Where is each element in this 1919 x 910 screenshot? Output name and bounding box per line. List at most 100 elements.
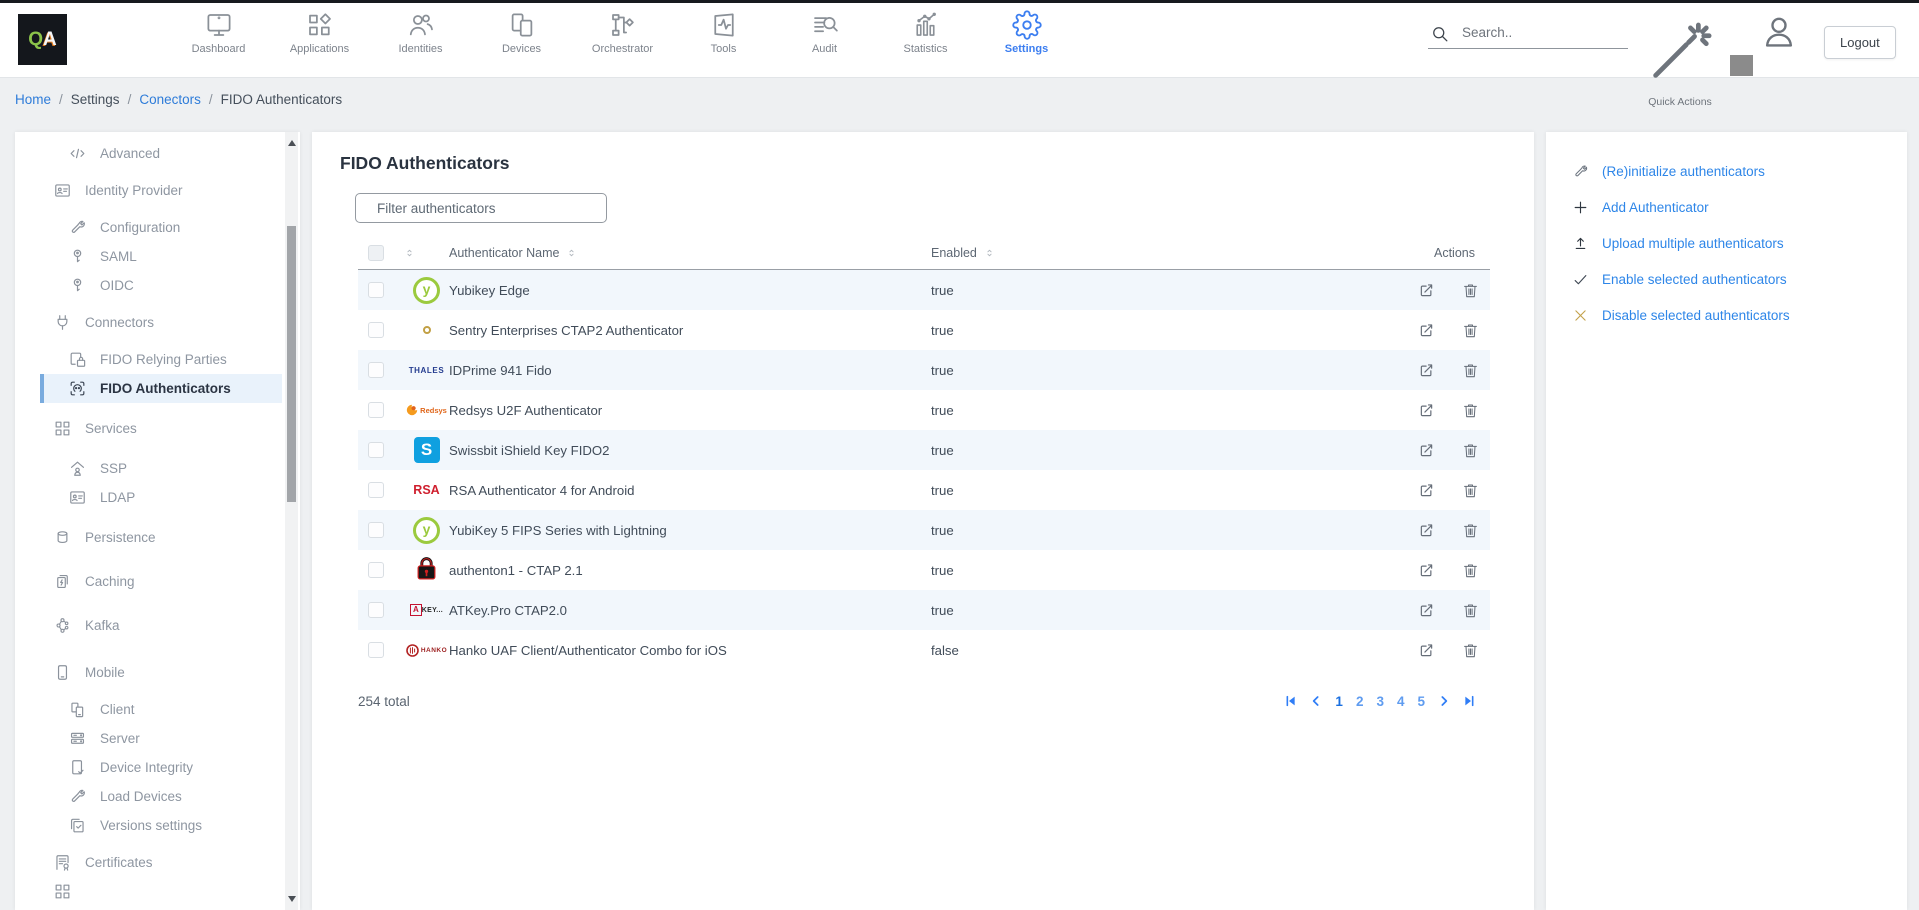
nav-item-tools[interactable]: Tools	[673, 10, 774, 55]
pagination-next-icon[interactable]	[1436, 693, 1452, 709]
row-checkbox[interactable]	[368, 362, 384, 378]
action-link-disable-selected-authenticators[interactable]: Disable selected authenticators	[1572, 297, 1907, 333]
nav-item-settings[interactable]: Settings	[976, 10, 1077, 55]
sidebar-item-item[interactable]	[15, 877, 300, 906]
open-detail-icon[interactable]	[1417, 361, 1436, 380]
filter-input[interactable]	[355, 193, 607, 223]
delete-icon[interactable]	[1461, 521, 1480, 540]
row-checkbox[interactable]	[368, 402, 384, 418]
pagination-first-icon[interactable]	[1283, 693, 1299, 709]
open-detail-icon[interactable]	[1417, 561, 1436, 580]
user-avatar-icon[interactable]	[1760, 12, 1798, 52]
pagination-page-5[interactable]: 5	[1415, 694, 1427, 709]
nav-item-orchestrator[interactable]: Orchestrator	[572, 10, 673, 55]
delete-icon[interactable]	[1461, 481, 1480, 500]
authenticators-table: Authenticator Name Enabled Actions yYubi…	[358, 236, 1490, 670]
sidebar-item-identity-provider[interactable]: Identity Provider	[15, 176, 300, 205]
sidebar-item-caching[interactable]: Caching	[15, 567, 300, 596]
delete-icon[interactable]	[1461, 441, 1480, 460]
sidebar-item-load-devices[interactable]: Load Devices	[15, 782, 300, 811]
row-checkbox[interactable]	[368, 282, 384, 298]
table-row: THALESIDPrime 941 Fidotrue	[358, 350, 1490, 390]
delete-icon[interactable]	[1461, 601, 1480, 620]
sidebar-item-connectors[interactable]: Connectors	[15, 308, 300, 337]
pagination-prev-icon[interactable]	[1308, 693, 1324, 709]
delete-icon[interactable]	[1461, 561, 1480, 580]
open-detail-icon[interactable]	[1417, 641, 1436, 660]
sidebar-item-kafka[interactable]: Kafka	[15, 611, 300, 640]
pagination-page-3[interactable]: 3	[1374, 694, 1386, 709]
scroll-up-arrow-icon[interactable]	[288, 140, 296, 146]
flag-placeholder[interactable]	[1730, 55, 1753, 76]
select-all-checkbox[interactable]	[368, 245, 384, 261]
open-detail-icon[interactable]	[1417, 281, 1436, 300]
row-checkbox[interactable]	[368, 482, 384, 498]
wrench-icon	[1572, 163, 1589, 180]
action-link-add-authenticator[interactable]: Add Authenticator	[1572, 189, 1907, 225]
open-detail-icon[interactable]	[1417, 401, 1436, 420]
breadcrumb-home[interactable]: Home	[15, 92, 51, 107]
breadcrumb-fido-authenticators: FIDO Authenticators	[221, 92, 343, 107]
sort-icon[interactable]	[404, 246, 415, 260]
row-checkbox[interactable]	[368, 442, 384, 458]
nav-item-label: Applications	[290, 43, 349, 55]
action-link-re-initialize-authenticators[interactable]: (Re)initialize authenticators	[1572, 153, 1907, 189]
pagination-last-icon[interactable]	[1461, 693, 1477, 709]
nav-item-applications[interactable]: Applications	[269, 10, 370, 55]
nav-item-devices[interactable]: Devices	[471, 10, 572, 55]
delete-icon[interactable]	[1461, 641, 1480, 660]
nav-item-audit[interactable]: Audit	[774, 10, 875, 55]
brand-logo[interactable]: QA	[18, 14, 67, 65]
nav-item-identities[interactable]: Identities	[370, 10, 471, 55]
open-detail-icon[interactable]	[1417, 321, 1436, 340]
breadcrumb-conectors[interactable]: Conectors	[139, 92, 201, 107]
pagination-page-1[interactable]: 1	[1333, 694, 1345, 709]
scroll-down-arrow-icon[interactable]	[288, 896, 296, 902]
sidebar-item-label: Services	[85, 421, 137, 436]
pagination-page-2[interactable]: 2	[1354, 694, 1366, 709]
sidebar-item-certificates[interactable]: Certificates	[15, 848, 300, 877]
column-header-enabled[interactable]: Enabled	[931, 246, 1417, 260]
sidebar-item-persistence[interactable]: Persistence	[15, 523, 300, 552]
sidebar-item-saml[interactable]: SAML	[15, 242, 300, 271]
sidebar-item-ssp[interactable]: SSP	[15, 454, 300, 483]
nav-item-statistics[interactable]: Statistics	[875, 10, 976, 55]
sidebar-item-client[interactable]: Client	[15, 695, 300, 724]
sidebar-item-fido-relying-parties[interactable]: FIDO Relying Parties	[15, 345, 300, 374]
action-link-upload-multiple-authenticators[interactable]: Upload multiple authenticators	[1572, 225, 1907, 261]
sidebar-item-oidc[interactable]: OIDC	[15, 271, 300, 300]
open-detail-icon[interactable]	[1417, 601, 1436, 620]
top-bar: QA Dashboard Applications IdentitiesDevice…	[0, 0, 1919, 78]
open-detail-icon[interactable]	[1417, 441, 1436, 460]
row-checkbox[interactable]	[368, 522, 384, 538]
sidebar-item-services[interactable]: Services	[15, 414, 300, 443]
delete-icon[interactable]	[1461, 321, 1480, 340]
sidebar-item-device-integrity[interactable]: Device Integrity	[15, 753, 300, 782]
pagination-page-4[interactable]: 4	[1395, 694, 1407, 709]
row-checkbox[interactable]	[368, 322, 384, 338]
column-header-name[interactable]: Authenticator Name	[449, 246, 931, 260]
open-detail-icon[interactable]	[1417, 521, 1436, 540]
sidebar-item-advanced[interactable]: Advanced	[15, 139, 300, 168]
sidebar-item-versions-settings[interactable]: Versions settings	[15, 811, 300, 840]
nav-item-label: Audit	[812, 43, 837, 55]
delete-icon[interactable]	[1461, 401, 1480, 420]
scrollbar-thumb[interactable]	[287, 226, 296, 502]
row-checkbox[interactable]	[368, 642, 384, 658]
row-checkbox[interactable]	[368, 562, 384, 578]
nav-item-dashboard[interactable]: Dashboard	[168, 10, 269, 55]
action-link-enable-selected-authenticators[interactable]: Enable selected authenticators	[1572, 261, 1907, 297]
sidebar-item-ldap[interactable]: LDAP	[15, 483, 300, 512]
delete-icon[interactable]	[1461, 281, 1480, 300]
quick-actions-button[interactable]: Quick Actions	[1642, 13, 1718, 108]
sidebar-item-mobile[interactable]: Mobile	[15, 658, 300, 687]
sidebar-scrollbar[interactable]	[285, 132, 298, 910]
sidebar-item-fido-authenticators[interactable]: FIDO Authenticators	[40, 374, 282, 403]
sidebar-item-server[interactable]: Server	[15, 724, 300, 753]
logout-button[interactable]: Logout	[1824, 26, 1896, 59]
open-detail-icon[interactable]	[1417, 481, 1436, 500]
delete-icon[interactable]	[1461, 361, 1480, 380]
search-input[interactable]	[1428, 19, 1628, 49]
row-checkbox[interactable]	[368, 602, 384, 618]
sidebar-item-configuration[interactable]: Configuration	[15, 213, 300, 242]
